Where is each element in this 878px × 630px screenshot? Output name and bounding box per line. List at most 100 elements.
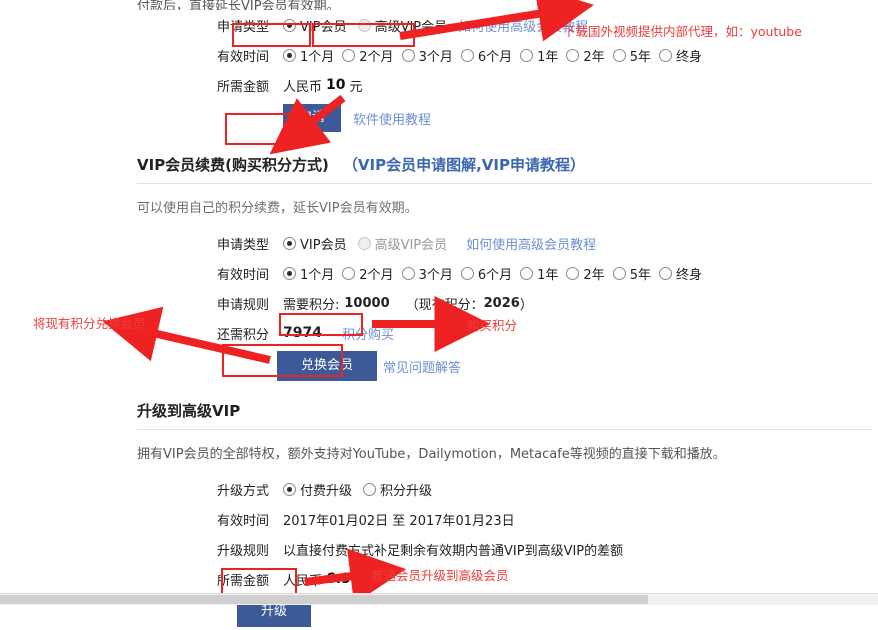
need-points-body: 7974 积分购买 [283, 324, 394, 343]
radio-label: 1个月 [300, 49, 335, 65]
radio-duration-lifetime[interactable]: 终身 [658, 46, 702, 65]
radio-label: 1年 [537, 267, 559, 283]
section-renew-by-payment: 申请类型 VIP会员 高级VIP会员 如何使用高级会员教程 有效时间 1个月 2… [137, 10, 872, 136]
radio-duration-2y[interactable]: 2年 [566, 264, 605, 283]
divider [137, 429, 872, 430]
radio-label: 2个月 [359, 49, 394, 65]
annotation-exchange-note: 将现有积分兑换会员 [33, 316, 146, 331]
radio-duration-2y[interactable]: 2年 [566, 46, 605, 65]
renew-points-title-link[interactable]: （VIP会员申请图解,VIP申请教程） [343, 154, 585, 175]
radio-apply-type-svip[interactable]: 高级VIP会员 [357, 234, 448, 253]
radio-duration-1y[interactable]: 1年 [520, 264, 558, 283]
radio-icon[interactable] [363, 482, 377, 496]
apply-type-options: VIP会员 高级VIP会员 如何使用高级会员教程 [283, 234, 596, 253]
upgrade-rule-label: 升级规则 [216, 543, 269, 559]
radio-icon[interactable] [342, 266, 356, 280]
radio-icon[interactable] [612, 48, 626, 62]
upgrade-method-row: 升级方式 付费升级 积分升级 [137, 474, 872, 504]
buy-points-link[interactable]: 积分购买 [342, 324, 394, 343]
radio-duration-lifetime[interactable]: 终身 [658, 264, 702, 283]
radio-label: VIP会员 [300, 19, 347, 35]
radio-duration-3m[interactable]: 3个月 [401, 46, 453, 65]
radio-label: 1年 [537, 49, 559, 65]
radio-icon[interactable] [283, 236, 296, 250]
radio-upgrade-points[interactable]: 积分升级 [363, 480, 432, 499]
valid-time-label: 有效时间 [216, 267, 269, 283]
need-points-value: 10000 [344, 295, 390, 311]
radio-label: 终身 [675, 267, 702, 283]
amount-number: 6.99 [326, 571, 361, 587]
apply-button[interactable]: 申请 [283, 104, 342, 132]
radio-icon[interactable] [658, 48, 672, 62]
apply-type-options: VIP会员 高级VIP会员 如何使用高级会员教程 [283, 16, 588, 35]
radio-duration-6m[interactable]: 6个月 [460, 264, 513, 283]
radio-icon[interactable] [612, 266, 626, 280]
radio-icon[interactable] [566, 48, 580, 62]
amount-number: 10 [326, 77, 346, 93]
advanced-member-tutorial-link[interactable]: 如何使用高级会员教程 [466, 234, 596, 253]
radio-icon[interactable] [520, 48, 534, 62]
upgrade-method-options: 付费升级 积分升级 [283, 480, 443, 499]
radio-duration-1m[interactable]: 1个月 [283, 46, 334, 65]
radio-duration-2m[interactable]: 2个月 [342, 264, 394, 283]
exchange-button-row: 兑换会员 常见问题解答 [277, 348, 872, 384]
advanced-member-tutorial-link[interactable]: 如何使用高级会员教程 [458, 16, 588, 35]
radio-label: 高级VIP会员 [374, 237, 448, 253]
radio-duration-5y[interactable]: 5年 [612, 46, 651, 65]
radio-icon[interactable] [401, 48, 415, 62]
radio-upgrade-pay[interactable]: 付费升级 [283, 480, 352, 499]
radio-icon[interactable] [460, 48, 474, 62]
scrollbar-thumb[interactable] [0, 595, 648, 604]
upgrade-rule-row: 升级规则 以直接付费方式补足剩余有效期内普通VIP到高级VIP的差额 [137, 534, 872, 564]
radio-label: 终身 [675, 49, 702, 65]
radio-duration-1m[interactable]: 1个月 [283, 264, 334, 283]
radio-icon[interactable] [566, 266, 580, 280]
apply-rule-row: 申请规则 需要积分: 10000 （现有积分： 2026 ） [137, 288, 872, 318]
radio-apply-type-svip[interactable]: 高级VIP会员 [357, 16, 447, 35]
renew-points-desc: 可以使用自己的积分续费，延长VIP会员有效期。 [137, 201, 418, 216]
radio-icon[interactable] [357, 18, 371, 32]
radio-duration-1y[interactable]: 1年 [520, 46, 558, 65]
radio-apply-type-vip[interactable]: VIP会员 [283, 16, 347, 35]
radio-icon[interactable] [520, 266, 534, 280]
radio-duration-6m[interactable]: 6个月 [460, 46, 513, 65]
radio-icon[interactable] [460, 266, 474, 280]
radio-icon[interactable] [283, 266, 296, 280]
horizontal-scrollbar[interactable] [0, 593, 878, 605]
apply-rule-value: 需要积分: 10000 （现有积分： 2026 ） [283, 294, 533, 313]
radio-label: 付费升级 [300, 483, 353, 499]
radio-icon[interactable] [357, 236, 371, 250]
radio-icon[interactable] [342, 48, 356, 62]
radio-label: 6个月 [477, 267, 513, 283]
upgrade-amount-label: 所需金额 [216, 573, 269, 589]
software-tutorial-link[interactable]: 软件使用教程 [353, 109, 431, 128]
amount-unit: 元 [349, 79, 363, 95]
radio-icon[interactable] [283, 18, 296, 32]
upgrade-desc: 拥有VIP会员的全部特权，额外支持对YouTube，Dailymotion，Me… [137, 447, 726, 462]
radio-label: 2年 [583, 49, 605, 65]
radio-icon[interactable] [401, 266, 415, 280]
amount-label: 所需金额 [216, 79, 269, 95]
valid-time-row: 有效时间 1个月 2个月 3个月 6个月 1年 2年 5年 终身 [137, 258, 872, 288]
faq-link[interactable]: 常见问题解答 [383, 357, 461, 376]
upgrade-valid-time-label: 有效时间 [216, 513, 269, 529]
radio-duration-2m[interactable]: 2个月 [342, 46, 394, 65]
section-renew-by-points: VIP会员续费(购买积分方式) （VIP会员申请图解,VIP申请教程） 可以使用… [137, 142, 872, 384]
radio-icon[interactable] [283, 48, 296, 62]
exchange-member-button[interactable]: 兑换会员 [277, 351, 378, 381]
valid-time-row: 有效时间 1个月 2个月 3个月 6个月 1年 2年 5年 终身 [137, 40, 872, 70]
radio-label: 3个月 [418, 267, 453, 283]
divider [137, 183, 872, 184]
upgrade-amount-value: 人民币 6.99 元 [283, 570, 378, 589]
radio-icon[interactable] [658, 266, 672, 280]
radio-apply-type-vip[interactable]: VIP会员 [283, 234, 347, 253]
radio-icon[interactable] [283, 482, 296, 496]
radio-duration-3m[interactable]: 3个月 [401, 264, 453, 283]
need-points-label: 还需积分 [216, 327, 269, 343]
apply-type-label: 申请类型 [216, 237, 269, 253]
apply-type-row: 申请类型 VIP会员 高级VIP会员 如何使用高级会员教程 [137, 10, 872, 40]
need-points-row: 还需积分 7974 积分购买 [137, 318, 872, 348]
radio-label: 6个月 [477, 49, 513, 65]
radio-duration-5y[interactable]: 5年 [612, 264, 651, 283]
vip-membership-page: 付款后，直接延长VIP会员有效期。 申请类型 VIP会员 高级VIP会员 如何使… [0, 0, 878, 627]
